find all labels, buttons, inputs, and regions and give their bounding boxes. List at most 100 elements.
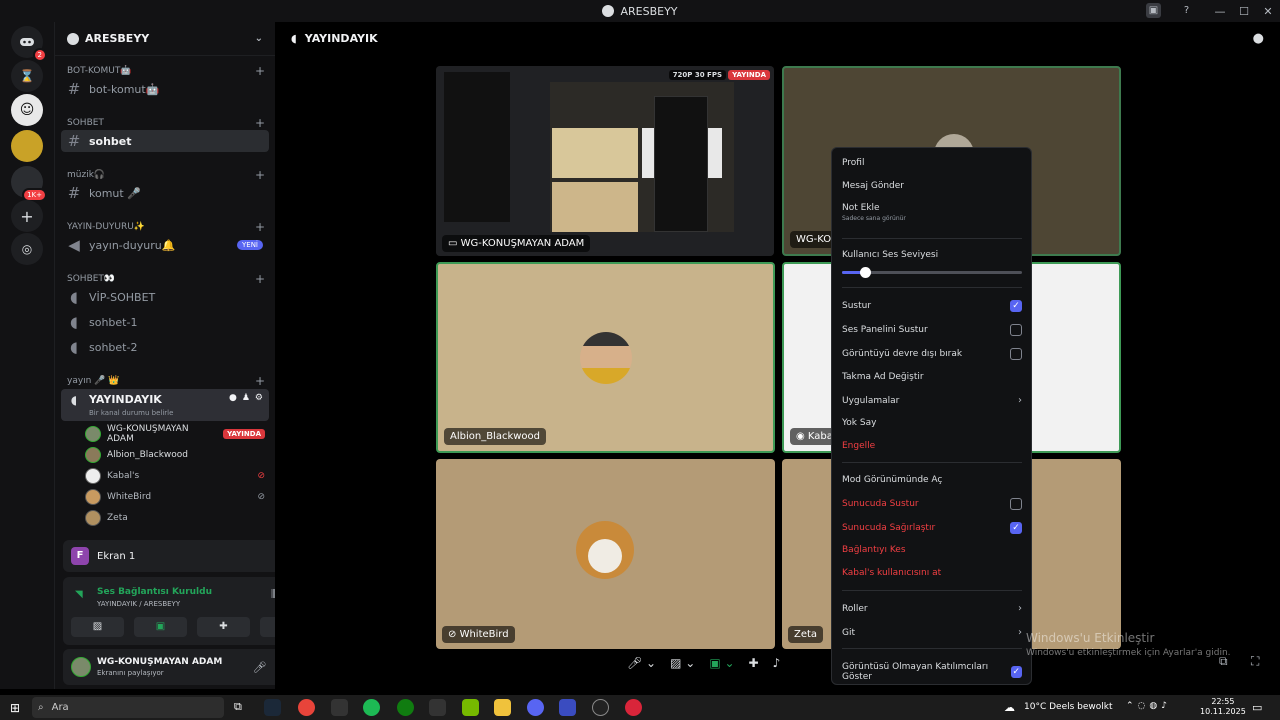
- checkbox-checked-icon[interactable]: ✓: [1010, 522, 1022, 534]
- voice-user[interactable]: WG-KONUŞMAYAN ADAM YAYINDA: [85, 424, 265, 444]
- menu-item-takma-ad[interactable]: Takma Ad Değiştir: [842, 372, 1022, 382]
- notification-icon[interactable]: ▭: [1252, 701, 1262, 714]
- guild-header[interactable]: ARESBEYY ⌄: [55, 22, 275, 56]
- add-server-icon[interactable]: +: [11, 200, 43, 232]
- discord-taskbar-icon[interactable]: [527, 699, 544, 716]
- screen-share-button[interactable]: ▣ ⌄: [709, 656, 734, 670]
- screen-share-button[interactable]: ▣: [134, 617, 187, 637]
- add-channel-icon[interactable]: +: [255, 374, 265, 388]
- voice-user[interactable]: WhiteBird ⊘: [85, 487, 265, 507]
- category-yayin-duyuru[interactable]: YAYIN-DUYURU✨ +: [67, 220, 265, 234]
- voice-user[interactable]: Zeta: [85, 508, 265, 528]
- channel-yayindayik[interactable]: ◖ YAYINDAYIK Bir kanal durumu belirle ● …: [61, 389, 269, 421]
- channel-vip-sohbet[interactable]: ◖ VİP-SOHBET: [61, 286, 269, 308]
- checkbox-icon[interactable]: [1010, 348, 1022, 360]
- category-yayin[interactable]: yayın 🎤 👑 +: [67, 374, 265, 388]
- category-sohbet2[interactable]: SOHBET👀 +: [67, 272, 265, 286]
- activities-button[interactable]: ✚: [749, 656, 759, 670]
- close-button[interactable]: ✕: [1256, 5, 1280, 18]
- spotify-icon[interactable]: [363, 699, 380, 716]
- menu-item-git[interactable]: Git ›: [842, 627, 1022, 638]
- checkbox-checked-icon[interactable]: ✓: [1010, 666, 1022, 678]
- add-channel-icon[interactable]: +: [255, 220, 265, 234]
- menu-item-ses-paneli[interactable]: Ses Panelini Sustur: [842, 324, 1022, 336]
- menu-item-uygulamalar[interactable]: Uygulamalar ›: [842, 395, 1022, 406]
- channel-komut[interactable]: # komut 🎤: [61, 182, 269, 204]
- category-bot[interactable]: BOT-KOMUT🤖 +: [67, 64, 265, 78]
- menu-item-baglanti[interactable]: Bağlantıyı Kes: [842, 545, 1022, 555]
- minimize-button[interactable]: —: [1208, 5, 1232, 18]
- nvidia-icon[interactable]: [462, 699, 479, 716]
- channel-yayin-duyuru[interactable]: ◀ yayın-duyuru🔔 YENİ: [61, 234, 269, 256]
- server-icon-1[interactable]: ⌛: [11, 60, 43, 92]
- menu-item-yok-say[interactable]: Yok Say: [842, 418, 1022, 428]
- voice-user[interactable]: Albion_Blackwood: [85, 445, 265, 465]
- server-icon-4[interactable]: 1K+: [11, 166, 47, 202]
- app-icon[interactable]: [592, 699, 609, 716]
- category-sohbet[interactable]: SOHBET +: [67, 116, 265, 130]
- microphone-button[interactable]: 🎤︎ ⌄: [627, 656, 656, 670]
- clock[interactable]: 22:55 10.11.2025: [1200, 697, 1246, 717]
- add-channel-icon[interactable]: +: [255, 168, 265, 182]
- menu-item-not[interactable]: Not Ekle Sadece sana görünür: [842, 203, 1022, 222]
- channel-status-hint[interactable]: Bir kanal durumu belirle: [89, 409, 173, 417]
- checkbox-icon[interactable]: [1010, 498, 1022, 510]
- menu-item-kullanici-at[interactable]: Kabal's kullanıcısını at: [842, 568, 1022, 578]
- maximize-button[interactable]: ☐: [1232, 5, 1256, 18]
- channel-sohbet-1[interactable]: ◖ sohbet-1: [61, 311, 269, 333]
- server-icon-3[interactable]: [11, 130, 43, 162]
- steam-icon[interactable]: [264, 699, 281, 716]
- voice-user[interactable]: Kabal's ⊘: [85, 466, 265, 486]
- stream-tile[interactable]: 720P 30 FPS YAYINDA ▭ WG-KONUŞMAYAN ADAM: [436, 66, 774, 256]
- inbox-icon[interactable]: ▣: [1146, 3, 1161, 18]
- channel-sohbet-2[interactable]: ◖ sohbet-2: [61, 336, 269, 358]
- menu-item-roller[interactable]: Roller ›: [842, 603, 1022, 614]
- home-button[interactable]: 2: [11, 26, 47, 62]
- epic-games-icon[interactable]: [331, 699, 348, 716]
- soundboard-button[interactable]: ♪: [773, 656, 781, 670]
- help-icon[interactable]: ?: [1179, 3, 1194, 18]
- channel-sohbet[interactable]: # sohbet: [61, 130, 269, 152]
- app-icon[interactable]: [429, 699, 446, 716]
- checkbox-icon[interactable]: [1010, 324, 1022, 336]
- discover-icon[interactable]: ◎: [11, 233, 43, 265]
- add-channel-icon[interactable]: +: [255, 64, 265, 78]
- camera-off-button[interactable]: ▨ ⌄: [670, 656, 695, 670]
- checkbox-checked-icon[interactable]: ✓: [1010, 300, 1022, 312]
- server-icon-2[interactable]: ☺: [11, 94, 43, 126]
- menu-item-goster[interactable]: Görüntüsü Olmayan Katılımcıları Göster ✓: [842, 662, 1022, 682]
- xbox-icon[interactable]: [397, 699, 414, 716]
- menu-item-sustur[interactable]: Sustur ✓: [842, 300, 1022, 312]
- category-muzik[interactable]: müzik🎧 +: [67, 168, 265, 182]
- channel-bot-komut[interactable]: # bot-komut🤖: [61, 78, 269, 100]
- task-view-icon[interactable]: ⧉: [234, 700, 242, 714]
- user-tile[interactable]: ⊘ WhiteBird: [436, 459, 775, 649]
- activities-button[interactable]: ✚: [197, 617, 250, 637]
- app-icon[interactable]: [625, 699, 642, 716]
- camera-off-button[interactable]: ▨: [71, 617, 124, 637]
- menu-item-engelle[interactable]: Engelle: [842, 441, 1022, 451]
- user-tile[interactable]: Albion_Blackwood: [436, 262, 775, 453]
- taskbar-search[interactable]: ⌕ Ara: [32, 697, 224, 718]
- menu-item-mesaj[interactable]: Mesaj Gönder: [842, 181, 1022, 191]
- menu-item-sunucuda-sustur[interactable]: Sunucuda Sustur: [842, 498, 1022, 510]
- chrome-icon[interactable]: [298, 699, 315, 716]
- weather-text[interactable]: 10°C Deels bewolkt: [1024, 702, 1113, 712]
- menu-item-profil[interactable]: Profil: [842, 158, 1022, 168]
- chat-icon[interactable]: ●: [229, 393, 237, 403]
- app-icon[interactable]: [559, 699, 576, 716]
- avatar[interactable]: [71, 657, 91, 677]
- microphone-icon[interactable]: 🎤︎: [253, 661, 267, 674]
- menu-item-goruntu[interactable]: Görüntüyü devre dışı bırak: [842, 348, 1022, 360]
- connection-status[interactable]: Ses Bağlantısı Kuruldu: [97, 587, 212, 597]
- gear-icon[interactable]: ⚙: [255, 393, 263, 403]
- add-channel-icon[interactable]: +: [255, 116, 265, 130]
- chat-bubble-icon[interactable]: ●: [1253, 31, 1264, 46]
- start-button[interactable]: ⊞: [10, 701, 20, 715]
- file-explorer-icon[interactable]: [494, 699, 511, 716]
- volume-knob[interactable]: [860, 267, 872, 278]
- add-member-icon[interactable]: ♟: [242, 393, 250, 403]
- tray-icons[interactable]: ⌃◌◍♪: [1126, 701, 1171, 711]
- add-channel-icon[interactable]: +: [255, 272, 265, 286]
- menu-item-mod[interactable]: Mod Görünümünde Aç: [842, 475, 1022, 485]
